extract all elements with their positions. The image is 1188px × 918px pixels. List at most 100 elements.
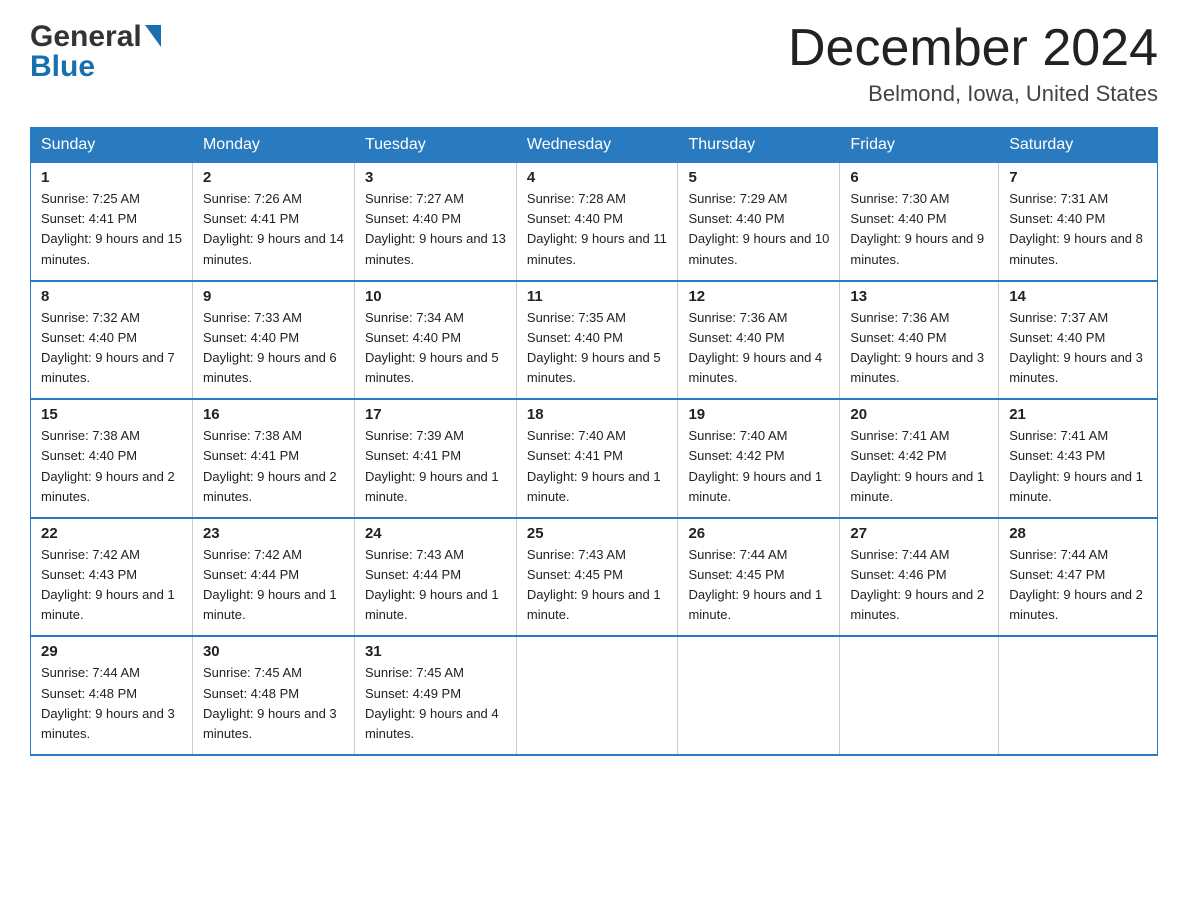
calendar-cell: 21 Sunrise: 7:41 AMSunset: 4:43 PMDayligh… xyxy=(999,399,1158,518)
calendar-cell: 24 Sunrise: 7:43 AMSunset: 4:44 PMDayligh… xyxy=(354,518,516,637)
day-number: 16 xyxy=(203,406,344,423)
calendar-cell: 18 Sunrise: 7:40 AMSunset: 4:41 PMDayligh… xyxy=(516,399,678,518)
day-info: Sunrise: 7:41 AMSunset: 4:43 PMDaylight:… xyxy=(1009,426,1147,507)
logo-triangle-icon xyxy=(145,25,161,47)
day-number: 6 xyxy=(850,169,988,186)
calendar-cell: 10 Sunrise: 7:34 AMSunset: 4:40 PMDayligh… xyxy=(354,281,516,400)
calendar-cell: 13 Sunrise: 7:36 AMSunset: 4:40 PMDayligh… xyxy=(840,281,999,400)
day-info: Sunrise: 7:31 AMSunset: 4:40 PMDaylight:… xyxy=(1009,189,1147,270)
day-number: 14 xyxy=(1009,288,1147,305)
day-info: Sunrise: 7:38 AMSunset: 4:40 PMDaylight:… xyxy=(41,426,182,507)
day-number: 28 xyxy=(1009,525,1147,542)
day-info: Sunrise: 7:36 AMSunset: 4:40 PMDaylight:… xyxy=(688,308,829,389)
calendar-cell: 31 Sunrise: 7:45 AMSunset: 4:49 PMDayligh… xyxy=(354,636,516,755)
day-number: 15 xyxy=(41,406,182,423)
day-info: Sunrise: 7:35 AMSunset: 4:40 PMDaylight:… xyxy=(527,308,668,389)
calendar-cell: 15 Sunrise: 7:38 AMSunset: 4:40 PMDayligh… xyxy=(31,399,193,518)
calendar-cell xyxy=(678,636,840,755)
day-number: 11 xyxy=(527,288,668,305)
weekday-header-thursday: Thursday xyxy=(678,128,840,163)
day-info: Sunrise: 7:45 AMSunset: 4:48 PMDaylight:… xyxy=(203,663,344,744)
calendar-cell: 29 Sunrise: 7:44 AMSunset: 4:48 PMDayligh… xyxy=(31,636,193,755)
day-number: 25 xyxy=(527,525,668,542)
day-info: Sunrise: 7:45 AMSunset: 4:49 PMDaylight:… xyxy=(365,663,506,744)
day-info: Sunrise: 7:44 AMSunset: 4:47 PMDaylight:… xyxy=(1009,545,1147,626)
calendar-cell: 23 Sunrise: 7:42 AMSunset: 4:44 PMDayligh… xyxy=(192,518,354,637)
day-number: 5 xyxy=(688,169,829,186)
day-info: Sunrise: 7:44 AMSunset: 4:48 PMDaylight:… xyxy=(41,663,182,744)
calendar-cell: 5 Sunrise: 7:29 AMSunset: 4:40 PMDaylight… xyxy=(678,163,840,281)
weekday-header-saturday: Saturday xyxy=(999,128,1158,163)
logo-blue-text: Blue xyxy=(30,50,95,84)
day-info: Sunrise: 7:28 AMSunset: 4:40 PMDaylight:… xyxy=(527,189,668,270)
day-info: Sunrise: 7:40 AMSunset: 4:42 PMDaylight:… xyxy=(688,426,829,507)
day-number: 20 xyxy=(850,406,988,423)
calendar-cell: 27 Sunrise: 7:44 AMSunset: 4:46 PMDayligh… xyxy=(840,518,999,637)
day-number: 24 xyxy=(365,525,506,542)
page-header: General Blue December 2024 Belmond, Iowa… xyxy=(30,20,1158,107)
day-number: 4 xyxy=(527,169,668,186)
calendar-cell: 28 Sunrise: 7:44 AMSunset: 4:47 PMDayligh… xyxy=(999,518,1158,637)
logo: General Blue xyxy=(30,20,161,84)
day-info: Sunrise: 7:27 AMSunset: 4:40 PMDaylight:… xyxy=(365,189,506,270)
day-number: 17 xyxy=(365,406,506,423)
day-info: Sunrise: 7:44 AMSunset: 4:46 PMDaylight:… xyxy=(850,545,988,626)
calendar-cell: 16 Sunrise: 7:38 AMSunset: 4:41 PMDayligh… xyxy=(192,399,354,518)
calendar-cell: 2Sunrise: 7:26 AMSunset: 4:41 PMDaylight… xyxy=(192,163,354,281)
day-info: Sunrise: 7:39 AMSunset: 4:41 PMDaylight:… xyxy=(365,426,506,507)
location-title: Belmond, Iowa, United States xyxy=(788,81,1158,107)
day-info: Sunrise: 7:36 AMSunset: 4:40 PMDaylight:… xyxy=(850,308,988,389)
calendar-cell: 3 Sunrise: 7:27 AMSunset: 4:40 PMDaylight… xyxy=(354,163,516,281)
calendar-cell: 6 Sunrise: 7:30 AMSunset: 4:40 PMDaylight… xyxy=(840,163,999,281)
day-number: 1 xyxy=(41,169,182,186)
weekday-header-tuesday: Tuesday xyxy=(354,128,516,163)
day-number: 30 xyxy=(203,643,344,660)
day-number: 19 xyxy=(688,406,829,423)
day-info: Sunrise: 7:43 AMSunset: 4:44 PMDaylight:… xyxy=(365,545,506,626)
day-info: Sunrise: 7:42 AMSunset: 4:44 PMDaylight:… xyxy=(203,545,344,626)
calendar-cell xyxy=(999,636,1158,755)
day-number: 18 xyxy=(527,406,668,423)
calendar-cell: 11 Sunrise: 7:35 AMSunset: 4:40 PMDayligh… xyxy=(516,281,678,400)
day-info: Sunrise: 7:33 AMSunset: 4:40 PMDaylight:… xyxy=(203,308,344,389)
calendar-cell: 1 Sunrise: 7:25 AMSunset: 4:41 PMDaylight… xyxy=(31,163,193,281)
day-number: 21 xyxy=(1009,406,1147,423)
day-number: 12 xyxy=(688,288,829,305)
calendar-cell: 30 Sunrise: 7:45 AMSunset: 4:48 PMDayligh… xyxy=(192,636,354,755)
day-number: 8 xyxy=(41,288,182,305)
calendar-cell: 25 Sunrise: 7:43 AMSunset: 4:45 PMDayligh… xyxy=(516,518,678,637)
day-number: 3 xyxy=(365,169,506,186)
day-number: 31 xyxy=(365,643,506,660)
day-info: Sunrise: 7:34 AMSunset: 4:40 PMDaylight:… xyxy=(365,308,506,389)
calendar-week-row: 1 Sunrise: 7:25 AMSunset: 4:41 PMDaylight… xyxy=(31,163,1158,281)
calendar-cell: 26 Sunrise: 7:44 AMSunset: 4:45 PMDayligh… xyxy=(678,518,840,637)
day-info: Sunrise: 7:30 AMSunset: 4:40 PMDaylight:… xyxy=(850,189,988,270)
calendar-cell xyxy=(516,636,678,755)
day-info: Sunrise: 7:44 AMSunset: 4:45 PMDaylight:… xyxy=(688,545,829,626)
day-info: Sunrise: 7:43 AMSunset: 4:45 PMDaylight:… xyxy=(527,545,668,626)
day-number: 23 xyxy=(203,525,344,542)
calendar-header-row: SundayMondayTuesdayWednesdayThursdayFrid… xyxy=(31,128,1158,163)
calendar-cell: 14Sunrise: 7:37 AMSunset: 4:40 PMDayligh… xyxy=(999,281,1158,400)
day-info: Sunrise: 7:25 AMSunset: 4:41 PMDaylight:… xyxy=(41,189,182,270)
day-info: Sunrise: 7:41 AMSunset: 4:42 PMDaylight:… xyxy=(850,426,988,507)
calendar-cell: 17 Sunrise: 7:39 AMSunset: 4:41 PMDayligh… xyxy=(354,399,516,518)
calendar-cell: 19 Sunrise: 7:40 AMSunset: 4:42 PMDayligh… xyxy=(678,399,840,518)
day-number: 26 xyxy=(688,525,829,542)
day-info: Sunrise: 7:40 AMSunset: 4:41 PMDaylight:… xyxy=(527,426,668,507)
day-number: 27 xyxy=(850,525,988,542)
month-title: December 2024 xyxy=(788,20,1158,77)
day-number: 29 xyxy=(41,643,182,660)
calendar-cell: 9 Sunrise: 7:33 AMSunset: 4:40 PMDaylight… xyxy=(192,281,354,400)
logo-general-text: General xyxy=(30,20,142,54)
calendar-week-row: 22Sunrise: 7:42 AMSunset: 4:43 PMDayligh… xyxy=(31,518,1158,637)
day-info: Sunrise: 7:26 AMSunset: 4:41 PMDaylight:… xyxy=(203,189,344,270)
title-block: December 2024 Belmond, Iowa, United Stat… xyxy=(788,20,1158,107)
day-info: Sunrise: 7:29 AMSunset: 4:40 PMDaylight:… xyxy=(688,189,829,270)
day-info: Sunrise: 7:38 AMSunset: 4:41 PMDaylight:… xyxy=(203,426,344,507)
calendar-cell: 22Sunrise: 7:42 AMSunset: 4:43 PMDayligh… xyxy=(31,518,193,637)
day-number: 9 xyxy=(203,288,344,305)
day-number: 10 xyxy=(365,288,506,305)
day-number: 13 xyxy=(850,288,988,305)
day-number: 22 xyxy=(41,525,182,542)
